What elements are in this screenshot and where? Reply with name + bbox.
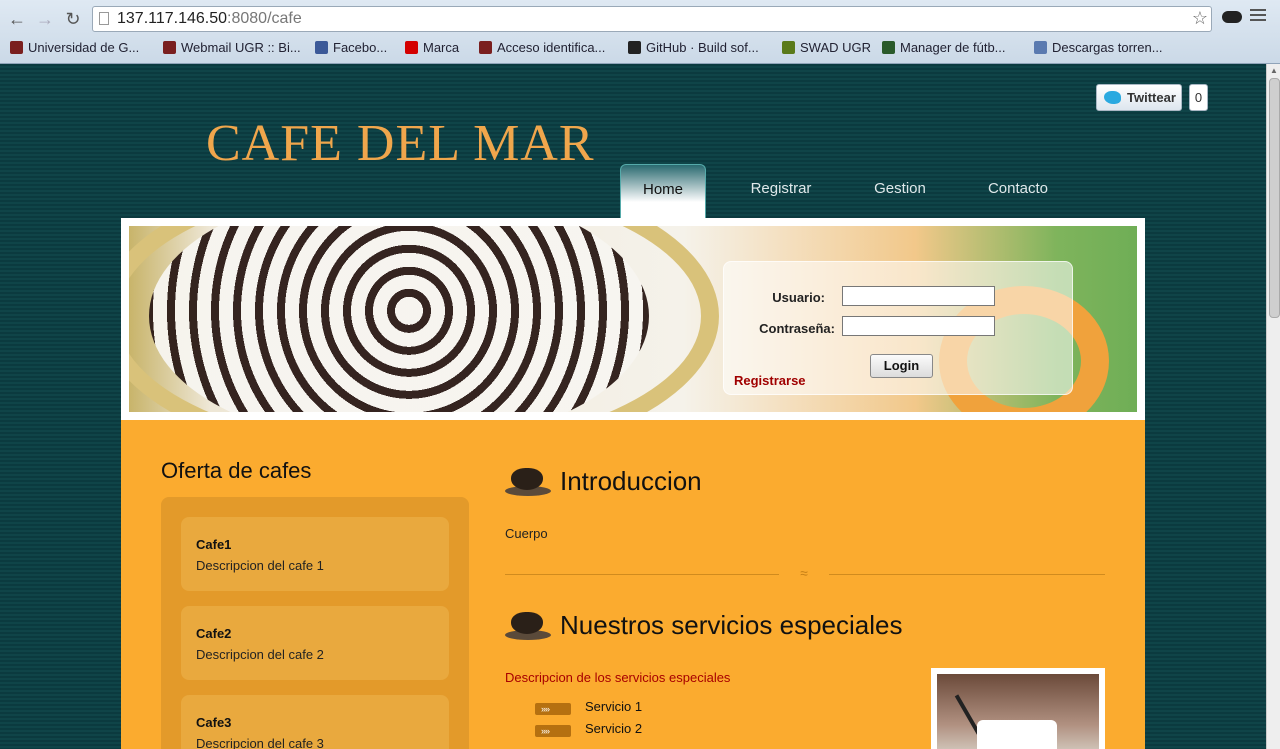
bookmark-item[interactable]: Manager de fútb... [882, 40, 1006, 55]
browser-menu-icon[interactable] [1250, 9, 1266, 25]
bookmark-item[interactable]: Marca [405, 40, 459, 55]
url-text: 137.117.146.50:8080/cafe [117, 10, 302, 27]
site-logo: CAFE DEL MAR [206, 115, 595, 172]
login-button[interactable]: Login [870, 354, 933, 378]
service-item: »» Servicio 1 [535, 699, 642, 715]
intro-heading: Introduccion [560, 466, 702, 496]
scroll-up-icon[interactable]: ▲ [1270, 66, 1278, 75]
web-page: Twittear 0 CAFE DEL MAR Home Registrar G… [0, 64, 1266, 749]
bookmark-favicon-icon [10, 41, 23, 54]
coffee-cup-icon [505, 464, 551, 498]
username-label: Usuario: [772, 290, 825, 305]
coffee-photo-frame [931, 668, 1105, 749]
menu-item-registrar[interactable]: Registrar [736, 164, 826, 218]
bookmark-item[interactable]: Descargas torren... [1034, 40, 1163, 55]
latte-swirl-decoration [149, 226, 649, 412]
cafe-offer-list: Cafe1 Descripcion del cafe 1 Cafe2 Descr… [161, 497, 469, 749]
scrollbar-thumb[interactable] [1269, 78, 1280, 318]
double-arrow-icon: »» [535, 703, 571, 715]
twitter-bird-icon [1104, 91, 1121, 104]
bookmark-star-icon[interactable]: ☆ [1192, 8, 1208, 29]
bookmark-favicon-icon [882, 41, 895, 54]
cafe-name: Cafe3 [196, 715, 232, 730]
password-input[interactable] [842, 316, 995, 336]
divider-ornament-icon: ≈ [779, 566, 829, 580]
bookmark-favicon-icon [479, 41, 492, 54]
cafe-card: Cafe2 Descripcion del cafe 2 [181, 606, 449, 680]
forward-icon[interactable]: → [34, 8, 56, 30]
cafe-name: Cafe1 [196, 537, 232, 552]
special-services-description: Descripcion de los servicios especiales [505, 670, 731, 685]
bookmark-item[interactable]: Universidad de G... [10, 40, 139, 55]
double-arrow-icon: »» [535, 725, 571, 737]
cafe-description: Descripcion del cafe 3 [196, 736, 324, 749]
header-banner-frame: Usuario: Contraseña: Login Registrarse [121, 218, 1145, 420]
cafe-card: Cafe3 Descripcion del cafe 3 [181, 695, 449, 749]
password-label: Contraseña: [759, 321, 835, 336]
reload-icon[interactable]: ↻ [62, 8, 84, 30]
bookmark-item[interactable]: SWAD UGR [782, 40, 871, 55]
coffee-cup-icon [505, 608, 551, 642]
tweet-count: 0 [1189, 84, 1208, 111]
bookmark-item[interactable]: Webmail UGR :: Bi... [163, 40, 301, 55]
bookmark-favicon-icon [782, 41, 795, 54]
menu-item-home[interactable]: Home [620, 164, 706, 218]
bookmarks-bar: Universidad de G... Webmail UGR :: Bi...… [0, 38, 1280, 60]
register-link[interactable]: Registrarse [734, 373, 806, 388]
bookmark-favicon-icon [628, 41, 641, 54]
bookmark-favicon-icon [163, 41, 176, 54]
bookmark-favicon-icon [315, 41, 328, 54]
page-scrollbar[interactable]: ▲ [1266, 64, 1280, 749]
back-icon[interactable]: ← [6, 8, 28, 30]
special-services-heading: Nuestros servicios especiales [560, 610, 903, 640]
incognito-icon[interactable] [1222, 11, 1242, 23]
bookmark-favicon-icon [405, 41, 418, 54]
cafe-card: Cafe1 Descripcion del cafe 1 [181, 517, 449, 591]
content-area: Oferta de cafes Cafe1 Descripcion del ca… [121, 420, 1145, 749]
service-item: »» Servicio 2 [535, 721, 642, 737]
menu-item-gestion[interactable]: Gestion [856, 164, 944, 218]
cafe-description: Descripcion del cafe 2 [196, 647, 324, 662]
bookmark-item[interactable]: Acceso identifica... [479, 40, 605, 55]
browser-chrome: ← → ↻ 137.117.146.50:8080/cafe ☆ Univers… [0, 0, 1280, 64]
cafe-description: Descripcion del cafe 1 [196, 558, 324, 573]
intro-body: Cuerpo [505, 526, 548, 541]
menu-item-contacto[interactable]: Contacto [974, 164, 1062, 218]
coffee-photo [937, 674, 1099, 749]
tweet-button[interactable]: Twittear [1096, 84, 1182, 111]
sidebar-title: Oferta de cafes [161, 458, 312, 483]
bookmark-favicon-icon [1034, 41, 1047, 54]
cafe-name: Cafe2 [196, 626, 232, 641]
page-icon [99, 12, 109, 25]
bookmark-item[interactable]: Facebo... [315, 40, 387, 55]
address-bar[interactable]: 137.117.146.50:8080/cafe ☆ [92, 6, 1212, 32]
bookmark-item[interactable]: GitHub · Build sof... [628, 40, 759, 55]
username-input[interactable] [842, 286, 995, 306]
login-panel: Usuario: Contraseña: Login Registrarse [723, 261, 1073, 395]
coffee-banner-image: Usuario: Contraseña: Login Registrarse [129, 226, 1137, 412]
